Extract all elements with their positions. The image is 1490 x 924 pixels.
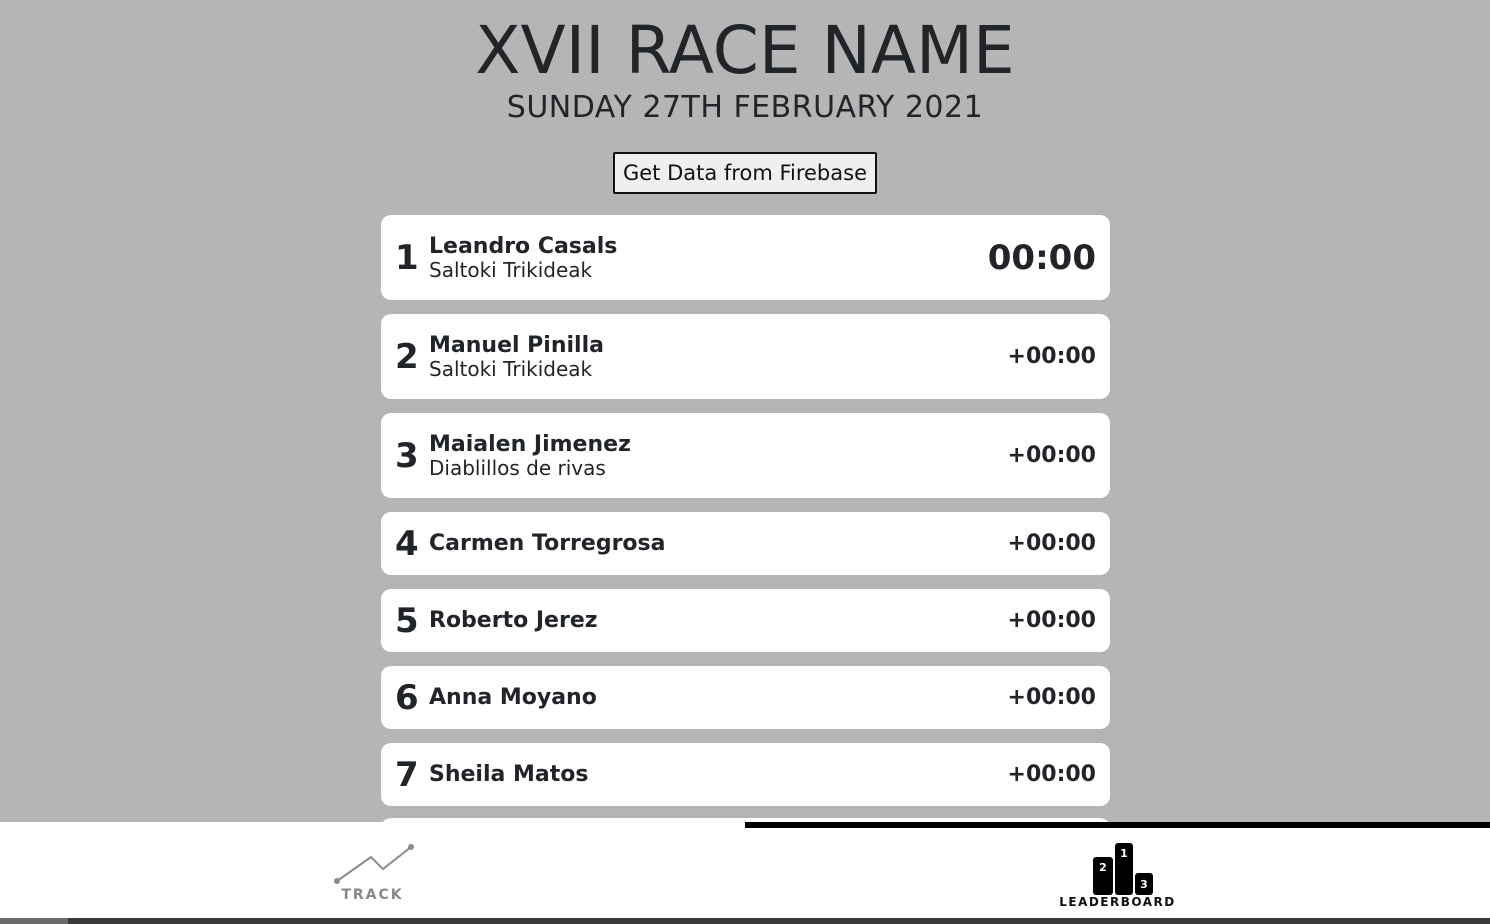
row-position: 5 [395,600,419,641]
row-position: 7 [395,754,419,795]
leaderboard-list: 1 Leandro Casals Saltoki Trikideak 00:00… [381,215,1110,820]
row-time: 00:00 [987,237,1096,278]
row-position: 6 [395,677,419,718]
nav-tab-leaderboard-label: LEADERBOARD [1059,895,1176,909]
leaderboard-row[interactable]: 6 Anna Moyano +00:00 [381,666,1110,729]
leaderboard-row[interactable]: 7 Sheila Matos +00:00 [381,743,1110,806]
row-rider-info: Roberto Jerez [429,607,1008,633]
row-rider-name: Leandro Casals [429,233,618,259]
podium-number-second: 2 [1099,861,1107,874]
podium-number-third: 3 [1140,878,1148,891]
row-time-gap: +00:00 [1007,762,1096,787]
row-rider-info: Leandro Casals Saltoki Trikideak [429,233,988,282]
nav-tab-track[interactable]: TRACK [0,822,745,924]
race-leaderboard-page: XVII RACE NAME SUNDAY 27TH FEBRUARY 2021… [0,0,1490,924]
track-line-icon [333,844,414,884]
row-rider-info: Anna Moyano [429,684,1008,710]
podium-icon: 2 1 3 [1092,843,1153,895]
row-rider-name: Sheila Matos [429,761,589,787]
row-time-gap: +00:00 [1007,344,1096,369]
leaderboard-row[interactable]: 2 Manuel Pinilla Saltoki Trikideak +00:0… [381,314,1110,399]
row-position: 2 [395,336,419,377]
bottom-edge-bar [0,918,1490,924]
row-position: 4 [395,523,419,564]
row-rider-name: Anna Moyano [429,684,597,710]
leaderboard-row[interactable]: 5 Roberto Jerez +00:00 [381,589,1110,652]
leaderboard-row[interactable]: 1 Leandro Casals Saltoki Trikideak 00:00 [381,215,1110,300]
row-time-gap: +00:00 [1007,443,1096,468]
row-rider-name: Maialen Jimenez [429,431,631,457]
nav-tab-leaderboard[interactable]: 2 1 3 LEADERBOARD [745,822,1490,924]
leaderboard-row[interactable]: 3 Maialen Jimenez Diablillos de rivas +0… [381,413,1110,498]
podium-number-first: 1 [1120,847,1128,860]
row-rider-team: Saltoki Trikideak [429,356,593,381]
row-rider-name: Manuel Pinilla [429,332,604,358]
leaderboard-row[interactable]: 4 Carmen Torregrosa +00:00 [381,512,1110,575]
row-position: 3 [395,435,419,476]
race-date: SUNDAY 27TH FEBRUARY 2021 [506,90,984,125]
row-time-gap: +00:00 [1007,531,1096,556]
row-rider-team: Diablillos de rivas [429,455,606,480]
row-position: 1 [395,237,419,278]
bottom-navigation: TRACK 2 1 3 LEADERBOARD [0,822,1490,924]
bottom-edge-marker [0,918,68,924]
get-data-from-firebase-button[interactable]: Get Data from Firebase [612,152,877,194]
row-rider-name: Carmen Torregrosa [429,530,666,556]
nav-tab-track-label: TRACK [341,887,404,903]
row-time-gap: +00:00 [1007,685,1096,710]
row-time-gap: +00:00 [1007,608,1096,633]
row-rider-info: Carmen Torregrosa [429,530,1008,556]
row-rider-info: Maialen Jimenez Diablillos de rivas [429,431,1008,480]
toolbar: Get Data from Firebase [0,152,1490,194]
row-rider-team: Saltoki Trikideak [429,257,593,282]
race-header: XVII RACE NAME SUNDAY 27TH FEBRUARY 2021 [0,0,1490,126]
row-rider-name: Roberto Jerez [429,607,598,633]
race-title: XVII RACE NAME [475,12,1015,89]
row-rider-info: Sheila Matos [429,761,1008,787]
row-rider-info: Manuel Pinilla Saltoki Trikideak [429,332,1008,381]
